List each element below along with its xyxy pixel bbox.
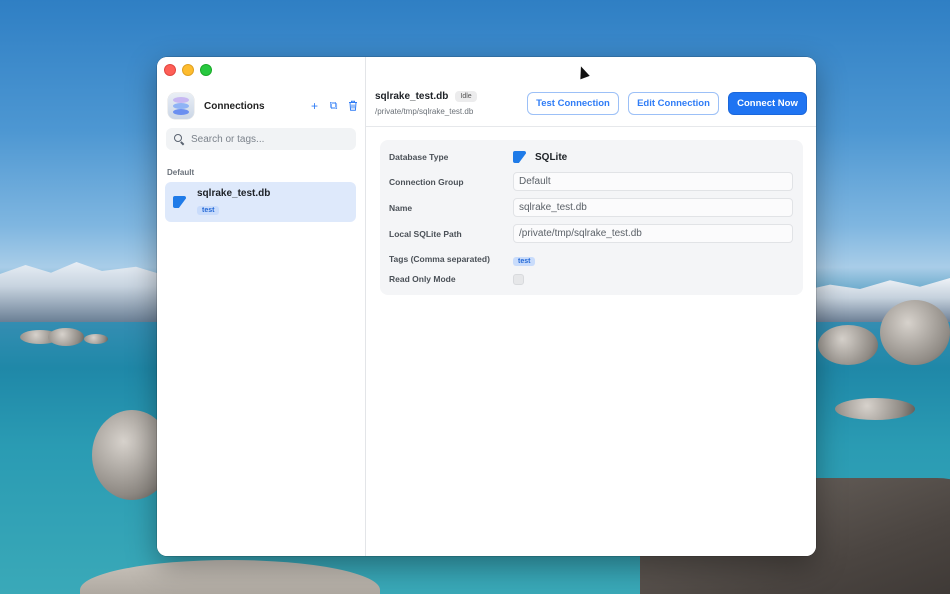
connection-tag: test (197, 205, 220, 215)
connection-group-field: Default (513, 172, 793, 191)
wallpaper-rock (84, 334, 108, 344)
name-field: sqlrake_test.db (513, 198, 793, 217)
read-only-label: Read Only Mode (389, 274, 456, 284)
connection-details-card: Database Type SQLite Connection Group De… (380, 140, 803, 295)
sidebar-actions: + ⧉ (309, 100, 358, 113)
connect-now-button[interactable]: Connect Now (728, 92, 807, 115)
sqlite-icon (513, 150, 527, 164)
database-type-value: SQLite (513, 150, 567, 164)
trash-icon[interactable] (347, 100, 358, 113)
connection-title: sqlrake_test.db (375, 91, 449, 102)
connection-group-label: Connection Group (389, 176, 464, 187)
local-path-label: Local SQLite Path (389, 228, 462, 239)
name-label: Name (389, 202, 413, 213)
row-name: Name sqlrake_test.db (380, 198, 803, 217)
database-type-text: SQLite (535, 151, 568, 163)
connection-title-row: sqlrake_test.db Idle (375, 91, 477, 102)
window-controls (164, 64, 212, 76)
close-window-button[interactable] (164, 64, 176, 76)
test-connection-button[interactable]: Test Connection (527, 92, 619, 115)
group-label: Default (167, 168, 195, 177)
zoom-window-button[interactable] (200, 64, 212, 76)
read-only-checkbox (513, 273, 524, 285)
wallpaper-rock-shore (80, 560, 380, 594)
minimize-window-button[interactable] (182, 64, 194, 76)
sidebar-header: Connections + ⧉ (168, 92, 358, 120)
database-app-icon (168, 93, 194, 119)
tag-chip: test (513, 257, 536, 266)
edit-connection-button[interactable]: Edit Connection (628, 92, 719, 115)
toolbar: sqlrake_test.db Idle /private/tmp/sqlrak… (366, 57, 816, 127)
search-input[interactable] (191, 133, 351, 145)
sidebar: Connections + ⧉ Default sqlrake_test.db … (157, 57, 366, 556)
add-icon[interactable]: + (309, 100, 320, 112)
app-window: Connections + ⧉ Default sqlrake_test.db … (157, 57, 816, 556)
sqlite-icon (173, 195, 187, 209)
search-icon (174, 134, 184, 144)
wallpaper-rock (835, 398, 915, 420)
row-database-type: Database Type SQLite (380, 148, 803, 166)
database-type-label: Database Type (389, 152, 449, 162)
row-connection-group: Connection Group Default (380, 172, 803, 191)
wallpaper-rock (818, 325, 878, 365)
connection-name: sqlrake_test.db (197, 187, 271, 199)
local-path-field: /private/tmp/sqlrake_test.db (513, 224, 793, 243)
tags-value: test (513, 250, 536, 268)
duplicate-icon[interactable]: ⧉ (328, 100, 339, 112)
status-badge: Idle (455, 91, 477, 102)
tags-label: Tags (Comma separated) (389, 254, 490, 264)
wallpaper-rock (48, 328, 84, 346)
wallpaper-rock (880, 300, 950, 365)
main-panel: sqlrake_test.db Idle /private/tmp/sqlrak… (366, 57, 816, 556)
connection-list-item[interactable]: sqlrake_test.db test (165, 182, 356, 222)
connection-path: /private/tmp/sqlrake_test.db (375, 107, 474, 116)
row-read-only: Read Only Mode (380, 272, 803, 286)
search-field (166, 128, 356, 150)
row-tags: Tags (Comma separated) test (380, 250, 803, 268)
row-local-path: Local SQLite Path /private/tmp/sqlrake_t… (380, 224, 803, 243)
sidebar-title: Connections (204, 100, 265, 112)
wallpaper-mountains-left (0, 262, 170, 322)
